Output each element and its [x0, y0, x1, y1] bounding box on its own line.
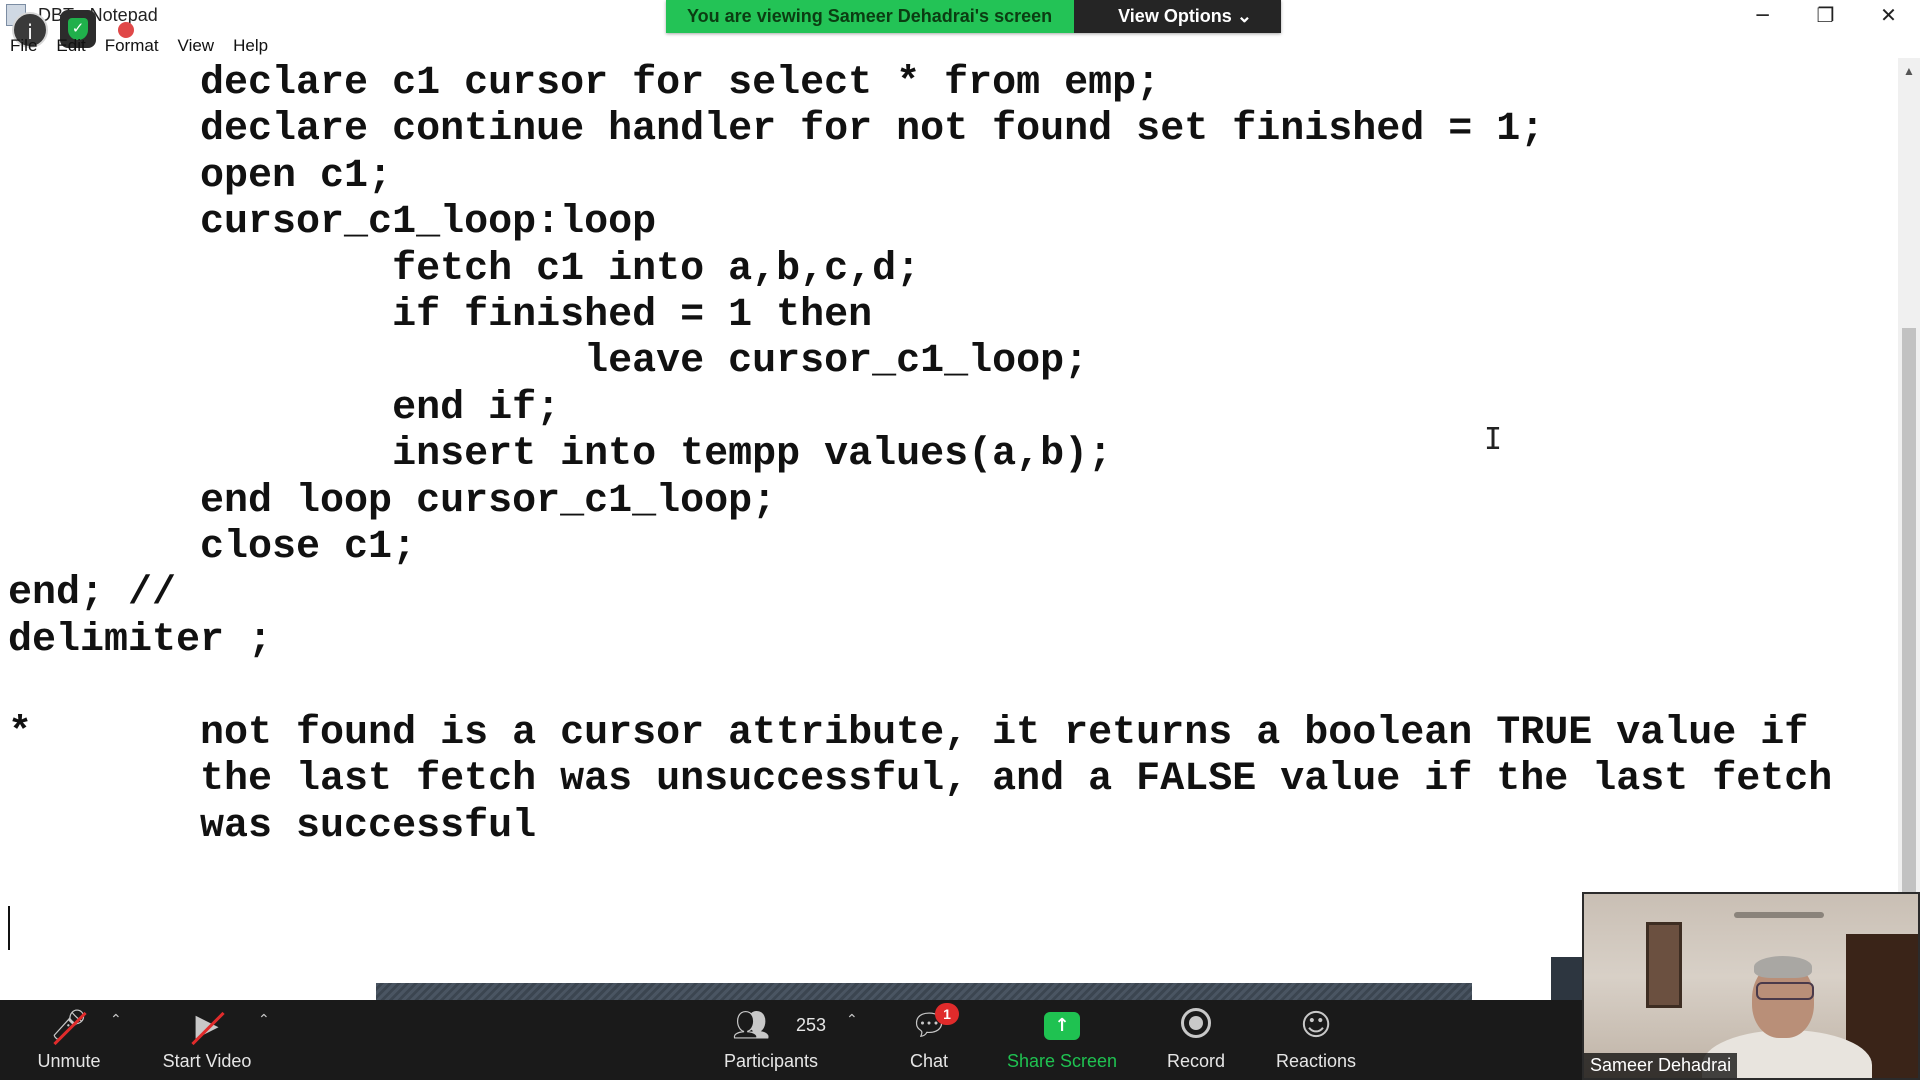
code-line: open c1;	[8, 153, 393, 199]
close-icon[interactable]: ✕	[1857, 0, 1920, 30]
code-line: end; //	[8, 571, 177, 617]
restore-icon[interactable]: ❐	[1794, 0, 1857, 30]
record-button[interactable]: Record	[1159, 1000, 1233, 1080]
participants-options-caret-icon[interactable]: ⌃	[846, 1012, 858, 1028]
menu-help[interactable]: Help	[233, 36, 268, 58]
unmute-label: Unmute	[37, 1051, 101, 1071]
code-line: declare c1 cursor for select * from emp;	[8, 61, 1161, 106]
code-line: close c1;	[8, 525, 417, 571]
start-video-button[interactable]: ▶ Start Video	[152, 1000, 262, 1080]
code-line: end if;	[8, 385, 561, 431]
participants-count: 253	[796, 1015, 827, 1035]
code-line: the last fetch was unsuccessful, and a F…	[8, 757, 1833, 803]
window-title: DBT - Notepad	[38, 5, 158, 25]
view-options-button[interactable]: View Options ⌄	[1074, 0, 1282, 33]
participants-label: Participants	[723, 1051, 819, 1071]
smiley-plus-icon: ☺	[1300, 1008, 1332, 1043]
code-line: insert into tempp values(a,b);	[8, 432, 1113, 478]
audio-options-caret-icon[interactable]: ⌃	[110, 1012, 122, 1028]
glasses-shape	[1756, 982, 1814, 1000]
participant-name-label: Sameer Dehadrai	[1584, 1053, 1738, 1078]
menu-edit[interactable]: Edit	[56, 36, 85, 58]
text-caret	[8, 906, 10, 950]
participants-icon: 👥︎	[731, 1008, 771, 1043]
notepad-text-area[interactable]: declare c1 cursor for select * from emp;…	[0, 58, 1898, 983]
chat-button[interactable]: 💬︎ 1 Chat	[889, 1000, 969, 1080]
wall-frame-shape	[1646, 922, 1682, 1008]
horizontal-scrollbar[interactable]	[376, 983, 1472, 1000]
code-line: was successful	[8, 803, 537, 849]
person-hair-shape	[1754, 956, 1812, 978]
code-line: * not found is a cursor attribute, it re…	[8, 710, 1809, 756]
chat-label: Chat	[909, 1051, 949, 1071]
vertical-scrollbar[interactable]: ▲	[1898, 58, 1920, 983]
reactions-label: Reactions	[1275, 1051, 1357, 1071]
scroll-up-icon[interactable]: ▲	[1903, 64, 1915, 78]
video-options-caret-icon[interactable]: ⌃	[258, 1012, 270, 1028]
share-banner-message: You are viewing Sameer Dehadrai's screen	[666, 0, 1075, 33]
code-line: declare continue handler for not found s…	[8, 107, 1545, 153]
participant-video-tile[interactable]: Sameer Dehadrai	[1582, 892, 1920, 1080]
menu-view[interactable]: View	[178, 36, 215, 58]
reactions-button[interactable]: ☺ Reactions	[1270, 1000, 1362, 1080]
ceiling-fan-shape	[1734, 912, 1824, 918]
minimize-icon[interactable]: ─	[1731, 0, 1794, 30]
code-line: delimiter ;	[8, 617, 273, 663]
start-video-label: Start Video	[162, 1051, 252, 1071]
record-icon	[1181, 1008, 1211, 1038]
participants-button[interactable]: 👥︎ 253 Participants	[716, 1000, 826, 1080]
menu-format[interactable]: Format	[105, 36, 159, 58]
share-screen-icon: ↑	[1044, 1012, 1080, 1040]
record-label: Record	[1166, 1051, 1226, 1071]
code-line: leave cursor_c1_loop;	[8, 339, 1089, 385]
window-controls: ─ ❐ ✕	[1731, 0, 1920, 30]
code-line: end loop cursor_c1_loop;	[8, 478, 777, 524]
unmute-button[interactable]: 🎤︎ Unmute	[24, 1000, 114, 1080]
chat-unread-badge: 1	[935, 1003, 959, 1025]
screen-share-banner: You are viewing Sameer Dehadrai's screen…	[666, 0, 1282, 33]
scrollbar-thumb[interactable]	[1902, 328, 1916, 983]
share-screen-label: Share Screen	[1006, 1051, 1118, 1071]
code-line: fetch c1 into a,b,c,d;	[8, 246, 921, 292]
code-line: cursor_c1_loop:loop	[8, 200, 657, 246]
share-screen-button[interactable]: ↑ Share Screen	[1000, 1000, 1124, 1080]
ibeam-cursor-icon: I	[1484, 422, 1503, 457]
code-line: if finished = 1 then	[8, 293, 873, 339]
menu-file[interactable]: File	[10, 36, 37, 58]
menu-bar: File Edit Format View Help	[10, 36, 287, 58]
scroll-corner	[1551, 957, 1583, 1000]
code-text: declare c1 cursor for select * from emp;…	[0, 61, 1832, 850]
